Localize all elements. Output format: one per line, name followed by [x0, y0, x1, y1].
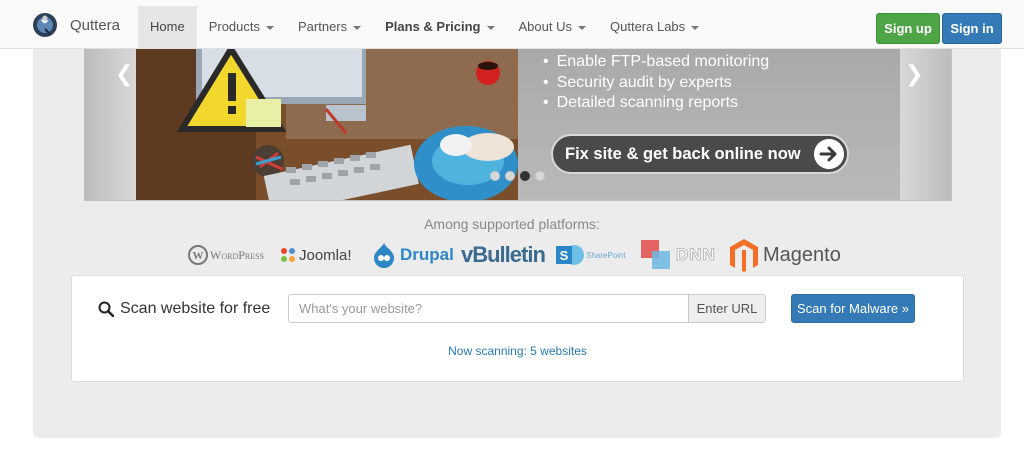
sharepoint-icon: S: [556, 245, 584, 265]
caret-down-icon: [353, 25, 362, 30]
enter-url-addon: Enter URL: [688, 294, 766, 323]
website-url-input[interactable]: [288, 294, 698, 323]
scan-box: Scan website for free Enter URL Scan for…: [71, 275, 964, 382]
scan-for-malware-button[interactable]: Scan for Malware »: [791, 294, 915, 323]
nav-item-label: Home: [150, 19, 185, 34]
arrow-right-icon: [814, 139, 844, 169]
caret-down-icon: [578, 25, 586, 30]
joomla-icon: [281, 248, 295, 262]
nav-item-label: About Us: [518, 19, 572, 34]
slide-text-area: Enable FTP-based monitoring Security aud…: [518, 49, 900, 200]
vbulletin-label: vBulletin: [461, 242, 546, 267]
joomla-label: Joomla!: [299, 246, 352, 264]
carousel-indicator[interactable]: [505, 171, 515, 181]
chevron-left-icon[interactable]: ❮: [115, 63, 133, 85]
nav-item-home[interactable]: Home: [138, 6, 197, 48]
sharepoint-logo: S SharePoint: [554, 238, 626, 272]
carousel-indicator-active[interactable]: [520, 171, 530, 181]
vbulletin-logo: vBulletin: [461, 238, 546, 272]
nav-item-label: Plans & Pricing: [385, 19, 481, 34]
nav-item-label: Quttera Labs: [610, 19, 686, 34]
sharepoint-label: SharePoint: [586, 250, 626, 260]
scanning-status[interactable]: Now scanning: 5 websites: [72, 344, 963, 358]
svg-text:S: S: [560, 248, 569, 263]
magento-icon: [730, 239, 758, 272]
wordpress-logo: W WordPress: [188, 238, 264, 272]
feature-bullets: Enable FTP-based monitoring Security aud…: [543, 52, 770, 114]
caret-down-icon: [266, 25, 274, 30]
dnn-label: DNN: [676, 245, 716, 265]
nav-item-plans-pricing[interactable]: Plans & Pricing: [373, 6, 506, 48]
main-nav: Home Products Partners Plans & Pricing A…: [138, 6, 711, 48]
top-navbar: Quttera Home Products Partners Plans & P…: [0, 0, 1024, 49]
caret-down-icon: [486, 25, 495, 30]
scan-label-text: Scan website for free: [120, 300, 271, 317]
svg-text:W: W: [193, 250, 204, 262]
caret-down-icon: [691, 25, 700, 30]
globe-logo-icon: [33, 13, 57, 37]
carousel-indicators: [490, 171, 545, 181]
platforms-title: Among supported platforms:: [424, 216, 600, 232]
brand-name: Quttera: [70, 16, 121, 34]
nav-item-quttera-labs[interactable]: Quttera Labs: [598, 6, 711, 48]
nav-item-about-us[interactable]: About Us: [507, 6, 598, 48]
carousel-indicator[interactable]: [535, 171, 545, 181]
nav-item-partners[interactable]: Partners: [286, 6, 373, 48]
drupal-logo: Drupal: [372, 238, 454, 272]
wordpress-label: WordPress: [210, 247, 265, 262]
magento-label: Magento: [763, 243, 841, 266]
chevron-right-icon[interactable]: ❯: [905, 63, 923, 85]
scan-label: Scan website for free: [98, 300, 270, 318]
nav-item-label: Partners: [298, 19, 348, 34]
nav-item-label: Products: [208, 19, 260, 34]
cta-label: Fix site & get back online now: [565, 145, 801, 163]
dnn-logo: DNN: [640, 238, 716, 272]
dnn-icon: [641, 240, 670, 269]
joomla-logo: Joomla!: [279, 238, 352, 272]
sign-up-button[interactable]: Sign up: [876, 13, 940, 44]
search-icon: [98, 301, 114, 317]
wordpress-icon: W: [188, 245, 208, 265]
slide-photo: [136, 49, 518, 200]
feature-bullet: Enable FTP-based monitoring: [543, 52, 770, 73]
sign-in-button[interactable]: Sign in: [942, 13, 1002, 44]
promo-carousel: Enable FTP-based monitoring Security aud…: [84, 49, 952, 201]
brand[interactable]: Quttera: [32, 12, 120, 38]
drupal-icon: [374, 243, 394, 268]
drupal-label: Drupal: [400, 245, 454, 264]
fix-site-cta-button[interactable]: Fix site & get back online now: [551, 134, 849, 174]
feature-bullet: Security audit by experts: [543, 73, 769, 94]
nav-item-products[interactable]: Products: [197, 6, 286, 48]
feature-bullet: Detailed scanning reports: [543, 93, 769, 114]
magento-logo: Magento: [729, 238, 841, 272]
carousel-indicator[interactable]: [490, 171, 500, 181]
